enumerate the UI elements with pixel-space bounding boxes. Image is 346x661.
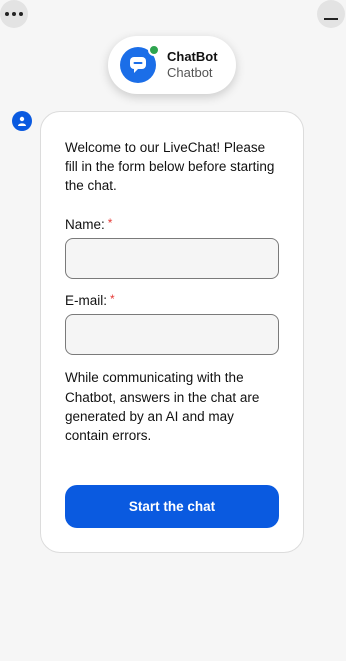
email-input[interactable] [65, 314, 279, 356]
bot-name: ChatBot [167, 48, 218, 64]
required-marker: * [107, 216, 113, 231]
name-input[interactable] [65, 238, 279, 280]
email-label-text: E-mail: [65, 293, 108, 309]
name-label-text: Name: [65, 217, 105, 233]
start-chat-button[interactable]: Start the chat [65, 485, 279, 529]
bot-avatar [120, 44, 160, 83]
name-label: Name: * [65, 217, 279, 232]
email-label: E-mail: * [65, 293, 279, 308]
user-icon [18, 116, 26, 126]
bot-subtitle: Chatbot [167, 65, 213, 80]
user-avatar [12, 111, 32, 131]
welcome-message: Welcome to our LiveChat! Please fill in … [65, 140, 275, 194]
minimize-icon [324, 18, 338, 20]
prechat-form: Welcome to our LiveChat! Please fill in … [40, 111, 304, 553]
chat-header: ChatBot Chatbot [108, 36, 236, 94]
chat-bubble-icon [130, 57, 146, 73]
minimize-button[interactable] [317, 0, 345, 28]
online-status-dot [148, 44, 160, 56]
required-marker: * [110, 292, 115, 307]
ai-disclaimer: While communicating with the Chatbot, an… [65, 370, 260, 443]
ellipsis-icon [5, 12, 23, 16]
menu-button[interactable] [0, 0, 28, 28]
